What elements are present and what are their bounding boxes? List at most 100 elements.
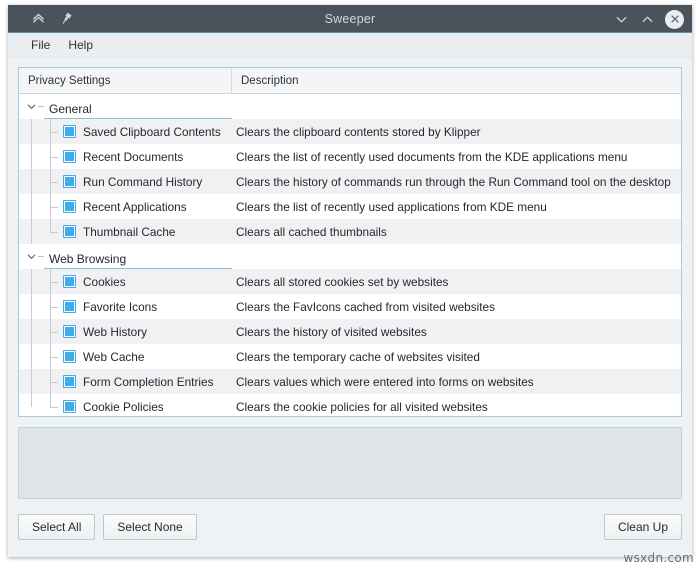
item-checkbox[interactable] bbox=[63, 400, 76, 413]
tree-group-cell: Web Browsing bbox=[19, 244, 232, 269]
item-checkbox[interactable] bbox=[63, 200, 76, 213]
tree-item-row[interactable]: Thumbnail Cache Clears all cached thumbna… bbox=[19, 219, 681, 244]
tree-item-description: Clears values which were entered into fo… bbox=[232, 369, 681, 394]
tree-item-label: Web History bbox=[83, 325, 147, 339]
checkbox-checked-fill bbox=[65, 377, 74, 386]
checkbox-checked-fill bbox=[65, 152, 74, 161]
tree-item-cell: Run Command History bbox=[19, 169, 232, 194]
tree-group-label: Web Browsing bbox=[44, 244, 232, 269]
tree-group-row[interactable]: General bbox=[19, 94, 681, 119]
tree-item-row[interactable]: Recent ApplicationsClears the list of re… bbox=[19, 194, 681, 219]
maximize-icon[interactable] bbox=[639, 11, 656, 28]
tree-indent-guides bbox=[19, 319, 63, 344]
tree-indent-guides bbox=[19, 344, 63, 369]
keep-above-icon[interactable] bbox=[30, 10, 47, 27]
tree-item-description: Clears all cached thumbnails bbox=[232, 219, 681, 244]
tree-item-description: Clears the list of recently used applica… bbox=[232, 194, 681, 219]
tree-item-cell: Saved Clipboard Contents bbox=[19, 119, 232, 144]
privacy-settings-tree[interactable]: Privacy Settings Description GeneralSave… bbox=[18, 67, 682, 417]
tree-indent-guides bbox=[19, 169, 63, 194]
tree-indent-guides bbox=[19, 219, 63, 244]
tree-body: General Saved Clipboard Contents Clears th… bbox=[19, 94, 681, 417]
tree-item-cell: Thumbnail Cache bbox=[19, 219, 232, 244]
checkbox-checked-fill bbox=[65, 177, 74, 186]
title-bar-window-controls bbox=[613, 5, 684, 33]
tree-item-description: Clears the clipboard contents stored by … bbox=[232, 119, 681, 144]
pin-icon[interactable] bbox=[58, 10, 75, 27]
tree-group-cell: General bbox=[19, 94, 232, 119]
minimize-icon[interactable] bbox=[613, 11, 630, 28]
tree-item-label: Run Command History bbox=[83, 175, 202, 189]
item-checkbox[interactable] bbox=[63, 300, 76, 313]
menu-item-help[interactable]: Help bbox=[59, 36, 102, 54]
tree-indent-guides bbox=[19, 144, 63, 169]
tree-item-cell: Recent Applications bbox=[19, 194, 232, 219]
tree-item-cell: Cookies bbox=[19, 269, 232, 294]
tree-item-row[interactable]: Saved Clipboard Contents Clears the clipb… bbox=[19, 119, 681, 144]
tree-item-label: Cookies bbox=[83, 275, 126, 289]
select-all-button[interactable]: Select All bbox=[18, 514, 95, 540]
tree-item-description: Clears all stored cookies set by website… bbox=[232, 269, 681, 294]
item-checkbox[interactable] bbox=[63, 350, 76, 363]
item-checkbox[interactable] bbox=[63, 275, 76, 288]
item-checkbox[interactable] bbox=[63, 375, 76, 388]
content-area: Privacy Settings Description GeneralSave… bbox=[8, 58, 692, 557]
checkbox-checked-fill bbox=[65, 402, 74, 411]
chevron-down-icon[interactable] bbox=[25, 251, 38, 262]
tree-item-row[interactable]: Run Command History Clears the history of… bbox=[19, 169, 681, 194]
tree-item-label: Favorite Icons bbox=[83, 300, 157, 314]
tree-item-description: Clears the history of commands run throu… bbox=[232, 169, 681, 194]
tree-item-row[interactable]: Web Cache Clears the temporary cache of w… bbox=[19, 344, 681, 369]
checkbox-checked-fill bbox=[65, 227, 74, 236]
tree-group-description-cell bbox=[232, 94, 681, 119]
column-header-privacy-settings[interactable]: Privacy Settings bbox=[19, 68, 232, 93]
tree-indent-guides bbox=[19, 369, 63, 394]
tree-item-row[interactable]: Favorite Icons Clears the FavIcons cached… bbox=[19, 294, 681, 319]
tree-item-label: Cookie Policies bbox=[83, 400, 164, 414]
window-title: Sweeper bbox=[8, 12, 692, 26]
checkbox-checked-fill bbox=[65, 277, 74, 286]
tree-item-row[interactable]: Form Completion EntriesClears values whi… bbox=[19, 369, 681, 394]
tree-item-label: Thumbnail Cache bbox=[83, 225, 175, 239]
chevron-down-icon[interactable] bbox=[25, 101, 38, 112]
tree-group-row[interactable]: Web Browsing bbox=[19, 244, 681, 269]
item-checkbox[interactable] bbox=[63, 150, 76, 163]
clean-up-button[interactable]: Clean Up bbox=[604, 514, 682, 540]
checkbox-checked-fill bbox=[65, 302, 74, 311]
tree-header-row: Privacy Settings Description bbox=[19, 68, 681, 94]
checkbox-checked-fill bbox=[65, 127, 74, 136]
menu-item-file[interactable]: File bbox=[22, 36, 59, 54]
tree-item-row[interactable]: Web History Clears the history of visited… bbox=[19, 319, 681, 344]
tree-item-description: Clears the FavIcons cached from visited … bbox=[232, 294, 681, 319]
tree-item-label: Recent Documents bbox=[83, 150, 183, 164]
tree-item-label: Web Cache bbox=[83, 350, 144, 364]
close-icon[interactable] bbox=[665, 10, 684, 29]
tree-indent-guides bbox=[19, 194, 63, 219]
tree-item-description: Clears the list of recently used documen… bbox=[232, 144, 681, 169]
item-checkbox[interactable] bbox=[63, 125, 76, 138]
select-none-button[interactable]: Select None bbox=[103, 514, 196, 540]
tree-item-cell: Favorite Icons bbox=[19, 294, 232, 319]
item-checkbox[interactable] bbox=[63, 225, 76, 238]
tree-group-label: General bbox=[44, 94, 232, 119]
watermark: wsxdn.com bbox=[623, 551, 694, 565]
tree-item-description: Clears the temporary cache of websites v… bbox=[232, 344, 681, 369]
title-bar-left-controls bbox=[30, 10, 75, 27]
button-bar: Select All Select None Clean Up bbox=[18, 512, 682, 542]
menu-bar: File Help bbox=[8, 33, 692, 58]
tree-item-cell: Recent Documents bbox=[19, 144, 232, 169]
tree-item-row[interactable]: Recent Documents Clears the list of recen… bbox=[19, 144, 681, 169]
item-checkbox[interactable] bbox=[63, 325, 76, 338]
tree-item-cell: Web History bbox=[19, 319, 232, 344]
tree-item-cell: Cookie Policies bbox=[19, 394, 232, 417]
tree-item-cell: Form Completion Entries bbox=[19, 369, 232, 394]
tree-item-row[interactable]: Cookies Clears all stored cookies set by … bbox=[19, 269, 681, 294]
tree-indent-guides bbox=[19, 269, 63, 294]
column-header-description[interactable]: Description bbox=[232, 68, 681, 93]
tree-item-description: Clears the history of visited websites bbox=[232, 319, 681, 344]
tree-item-description: Clears the cookie policies for all visit… bbox=[232, 394, 681, 417]
tree-item-label: Saved Clipboard Contents bbox=[83, 125, 221, 139]
tree-item-row[interactable]: Cookie Policies Clears the cookie policie… bbox=[19, 394, 681, 417]
tree-item-cell: Web Cache bbox=[19, 344, 232, 369]
item-checkbox[interactable] bbox=[63, 175, 76, 188]
